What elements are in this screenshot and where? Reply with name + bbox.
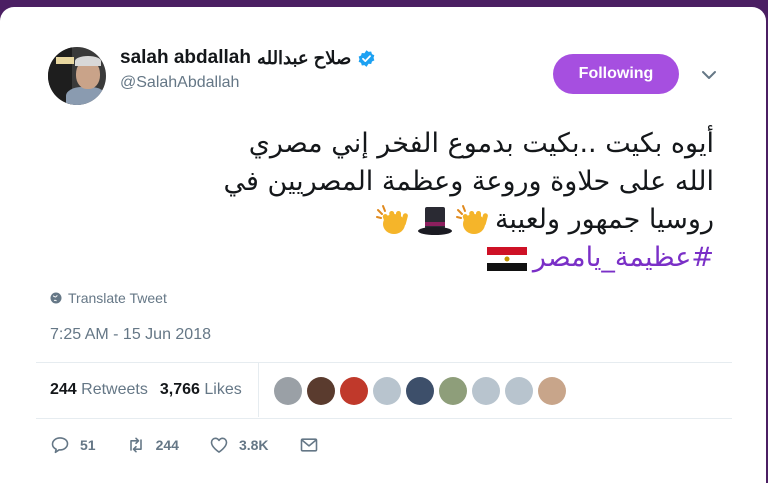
liker-avatar[interactable]: [307, 377, 335, 405]
tweet-stats: 244 Retweets 3,766 Likes: [50, 381, 242, 399]
retweet-icon: [129, 437, 142, 453]
tweet-actions: 51 244 3.8K: [50, 435, 349, 455]
divider-top: [36, 362, 732, 363]
user-handle[interactable]: @SalahAbdallah: [120, 74, 376, 92]
tweet-timestamp[interactable]: 7:25 AM - 15 Jun 2018: [50, 326, 211, 344]
tweet-text: أيوه بكيت ..بكيت بدموع الفخر إني مصري ال…: [114, 125, 714, 277]
liker-avatar[interactable]: [373, 377, 401, 405]
reply-count: 51: [80, 437, 96, 453]
envelope-icon: [300, 438, 317, 452]
tweet-card: salah abdallah صلاح عبدالله @SalahAbdall…: [0, 7, 766, 483]
tweet-line-1: أيوه بكيت ..بكيت بدموع الفخر إني مصري: [248, 128, 714, 159]
user-avatar[interactable]: [48, 47, 106, 105]
globe-icon: [50, 292, 62, 304]
user-names: salah abdallah صلاح عبدالله @SalahAbdall…: [120, 47, 376, 92]
retweets-label: Retweets: [81, 381, 148, 398]
retweets-stat[interactable]: 244 Retweets: [50, 381, 148, 399]
translate-tweet[interactable]: Translate Tweet: [50, 290, 167, 306]
tweet-line-3-text: روسيا جمهور ولعيبة: [494, 204, 714, 235]
display-name[interactable]: salah abdallah صلاح عبدالله: [120, 47, 376, 69]
reply-icon: [51, 437, 69, 454]
chevron-down-icon[interactable]: [700, 68, 718, 82]
translate-label[interactable]: Translate Tweet: [68, 290, 167, 306]
divider-bottom: [36, 418, 732, 419]
liker-avatar[interactable]: [472, 377, 500, 405]
egypt-flag-emoji: [486, 246, 527, 271]
clapping-hands-emoji: [455, 204, 488, 234]
reply-button[interactable]: 51: [50, 435, 96, 455]
display-name-en[interactable]: salah abdallah: [120, 47, 251, 69]
display-name-ar[interactable]: صلاح عبدالله: [257, 48, 351, 69]
liker-avatar[interactable]: [274, 377, 302, 405]
liker-avatar[interactable]: [439, 377, 467, 405]
clapping-hands-emoji: [375, 204, 408, 234]
tweet-line-3: روسيا جمهور ولعيبة: [114, 201, 714, 239]
liker-avatar[interactable]: [538, 377, 566, 405]
retweet-count: 244: [155, 437, 179, 453]
top-hat-emoji: [417, 206, 452, 235]
liker-avatar[interactable]: [406, 377, 434, 405]
like-count: 3.8K: [238, 437, 269, 453]
like-button[interactable]: 3.8K: [209, 435, 269, 455]
heart-icon: [210, 437, 228, 453]
stats-separator: [258, 363, 259, 417]
tweet-line-4: #عظيمة_يامصر: [114, 239, 714, 277]
following-button[interactable]: Following: [553, 54, 679, 94]
likes-label: Likes: [204, 381, 242, 398]
liker-avatar[interactable]: [340, 377, 368, 405]
retweets-count: 244: [50, 381, 77, 398]
retweet-button[interactable]: 244: [126, 435, 179, 455]
liker-avatar[interactable]: [505, 377, 533, 405]
hashtag-link[interactable]: #عظيمة_يامصر: [533, 242, 714, 273]
likes-stat[interactable]: 3,766 Likes: [160, 381, 242, 399]
verified-badge-icon: [358, 49, 375, 67]
likes-count: 3,766: [159, 381, 200, 398]
message-button[interactable]: [299, 435, 319, 455]
tweet-line-2: الله على حلاوة وروعة وعظمة المصريين في: [223, 166, 714, 197]
liker-avatars: [274, 377, 566, 405]
